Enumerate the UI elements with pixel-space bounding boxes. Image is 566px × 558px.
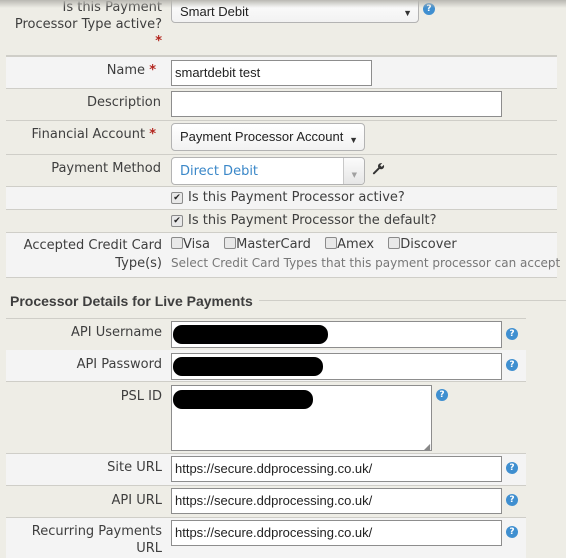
amex-checkbox[interactable] [325, 237, 338, 249]
wrench-icon[interactable] [372, 162, 385, 179]
financial-account-select[interactable]: Payment Processor Account ▼ [171, 123, 365, 151]
visa-checkbox[interactable] [171, 237, 183, 249]
recurring-url-input[interactable]: https://secure.ddprocessing.co.uk/ [171, 520, 502, 546]
row-api-url: API URL https://secure.ddprocessing.co.u… [6, 486, 526, 518]
redacted-value [173, 390, 313, 409]
redacted-value [173, 325, 328, 344]
required-marker: * [149, 63, 156, 78]
card-option-mastercard[interactable]: MasterCard [224, 237, 311, 252]
help-icon[interactable]: ? [506, 328, 518, 340]
payment-method-select[interactable]: Direct Debit ▼ [171, 157, 365, 185]
api-username-label: API Username [71, 325, 162, 340]
site-url-input[interactable]: https://secure.ddprocessing.co.uk/ [171, 456, 502, 482]
required-marker: * [155, 34, 162, 49]
section-title: Processor Details for Live Payments [10, 293, 259, 309]
row-description: Description [6, 88, 557, 121]
row-default: ✔ Is this Payment Processor the default? [6, 210, 557, 233]
row-psl-id: PSL ID ◢ ? [6, 382, 526, 454]
name-input[interactable]: smartdebit test [171, 60, 372, 86]
description-input[interactable] [171, 91, 502, 117]
api-url-input[interactable]: https://secure.ddprocessing.co.uk/ [171, 488, 502, 514]
redacted-value [173, 357, 323, 376]
credit-card-options: Visa MasterCard Amex Discover [171, 237, 457, 252]
processor-type-label: Is this Payment Processor Type active? * [6, 0, 162, 50]
payment-method-label: Payment Method [51, 161, 161, 176]
card-option-visa[interactable]: Visa [171, 237, 210, 252]
credit-cards-hint: Select Credit Card Types that this payme… [171, 256, 561, 270]
financial-account-label: Financial Account * [31, 127, 157, 142]
help-icon[interactable]: ? [506, 494, 518, 506]
name-label: Name * [106, 63, 156, 78]
active-checkbox[interactable]: ✔ [171, 192, 183, 204]
card-option-discover[interactable]: Discover [388, 237, 457, 252]
recurring-url-label: Recurring Payments URL [31, 524, 162, 556]
row-name: Name * smartdebit test [6, 56, 557, 89]
chevron-down-icon: ▼ [351, 171, 357, 179]
row-credit-cards: Accepted Credit Card Type(s) Visa Master… [6, 233, 561, 278]
credit-cards-label: Accepted Credit Card Type(s) [23, 238, 162, 271]
processor-type-select[interactable]: Smart Debit ▼ [171, 0, 419, 23]
row-active: ✔ Is this Payment Processor active? [6, 187, 557, 210]
default-checkbox[interactable]: ✔ [171, 215, 183, 227]
chevron-down-icon: ▼ [349, 135, 358, 145]
row-api-username: API Username ? [6, 318, 526, 351]
row-financial-account: Financial Account * Payment Processor Ac… [6, 121, 557, 155]
description-label: Description [86, 95, 161, 110]
row-recurring-url: Recurring Payments URL https://secure.dd… [6, 518, 526, 558]
help-icon[interactable]: ? [423, 3, 435, 15]
help-icon[interactable]: ? [506, 462, 518, 474]
row-payment-method: Payment Method Direct Debit ▼ [6, 155, 557, 187]
discover-checkbox[interactable] [388, 237, 401, 249]
help-icon[interactable]: ? [506, 526, 518, 538]
row-processor-type: Is this Payment Processor Type active? *… [6, 0, 557, 56]
card-option-amex[interactable]: Amex [325, 237, 374, 252]
mastercard-checkbox[interactable] [224, 237, 237, 249]
resize-handle-icon[interactable]: ◢ [424, 442, 430, 451]
active-label[interactable]: Is this Payment Processor active? [188, 190, 405, 205]
chevron-down-icon: ▼ [403, 8, 412, 18]
default-label[interactable]: Is this Payment Processor the default? [188, 213, 437, 228]
site-url-label: Site URL [107, 460, 162, 475]
api-url-label: API URL [111, 493, 163, 508]
psl-id-label: PSL ID [120, 389, 162, 404]
required-marker: * [149, 127, 156, 142]
row-site-url: Site URL https://secure.ddprocessing.co.… [6, 454, 526, 486]
api-password-label: API Password [76, 357, 162, 372]
help-icon[interactable]: ? [436, 389, 448, 401]
help-icon[interactable]: ? [506, 359, 518, 371]
row-api-password: API Password ? [6, 350, 526, 382]
